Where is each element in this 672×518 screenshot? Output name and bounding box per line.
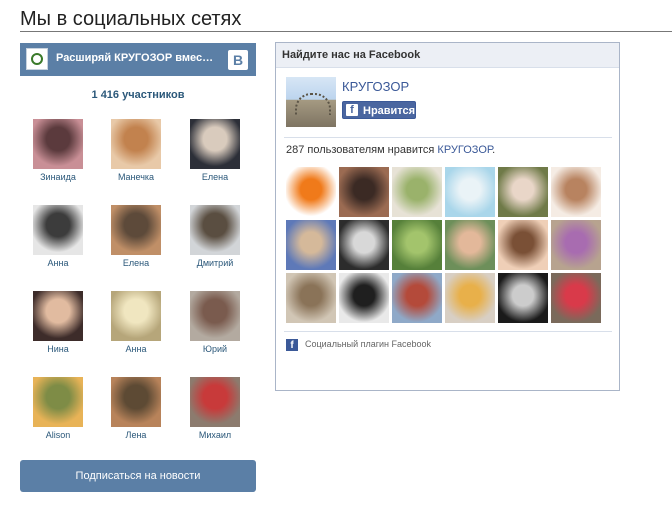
vk-group-title[interactable]: Расширяй КРУГОЗОР вмес… [56,52,216,64]
likes-text: 287 пользователям нравится [286,144,438,156]
facebook-page-thumbnail[interactable] [286,77,336,127]
member-avatar[interactable] [111,205,161,255]
vk-member[interactable]: Нина [23,291,93,354]
facebook-likes-count: 287 пользователям нравится КРУГОЗОР. [286,144,495,156]
member-avatar[interactable] [111,119,161,169]
fan-avatar[interactable] [392,273,442,323]
likes-page-link[interactable]: КРУГОЗОР [437,144,492,156]
fan-avatar[interactable] [551,220,601,270]
facebook-like-button[interactable]: f Нравится [342,101,416,119]
social-plugin-link[interactable]: Социальный плагин Facebook [305,339,431,349]
page-title: Мы в социальных сетях [20,8,242,30]
fan-avatar[interactable] [392,220,442,270]
member-avatar[interactable] [111,377,161,427]
fan-avatar[interactable] [392,167,442,217]
member-name[interactable]: Alison [23,430,93,440]
like-button-label: Нравится [363,105,416,117]
member-avatar[interactable] [190,291,240,341]
facebook-box-header: Найдите нас на Facebook [276,43,619,68]
fan-avatar[interactable] [498,273,548,323]
member-name[interactable]: Анна [101,344,171,354]
member-name[interactable]: Анна [23,258,93,268]
member-avatar[interactable] [190,377,240,427]
fan-avatar[interactable] [551,273,601,323]
vk-member[interactable]: Елена [180,119,250,182]
fan-avatar[interactable] [498,220,548,270]
member-avatar[interactable] [33,205,83,255]
member-name[interactable]: Дмитрий [180,258,250,268]
fan-avatar[interactable] [551,167,601,217]
member-name[interactable]: Елена [180,172,250,182]
fan-avatar[interactable] [339,167,389,217]
fan-avatar[interactable] [286,220,336,270]
member-avatar[interactable] [33,377,83,427]
vk-member[interactable]: Манечка [101,119,171,182]
member-name[interactable]: Юрий [180,344,250,354]
fan-avatar[interactable] [339,220,389,270]
vk-member[interactable]: Михаил [180,377,250,440]
vk-member[interactable]: Alison [23,377,93,440]
member-name[interactable]: Манечка [101,172,171,182]
likes-suffix: . [492,144,496,156]
facebook-f-icon: f [286,339,298,351]
vk-widget-header[interactable]: Расширяй КРУГОЗОР вмес… В [20,43,256,76]
fan-avatar[interactable] [286,167,336,217]
vk-member[interactable]: Зинаида [23,119,93,182]
vk-member[interactable]: Елена [101,205,171,268]
vk-member[interactable]: Лена [101,377,171,440]
divider [284,137,612,138]
vk-members-count[interactable]: 1 416 участников [20,89,256,101]
fan-avatar[interactable] [286,273,336,323]
member-avatar[interactable] [33,291,83,341]
vk-member[interactable]: Юрий [180,291,250,354]
facebook-like-box: Найдите нас на Facebook КРУГОЗОР f Нрави… [275,42,620,391]
subscribe-button[interactable]: Подписаться на новости [20,460,256,492]
facebook-page-name[interactable]: КРУГОЗОР [342,79,409,94]
member-avatar[interactable] [111,291,161,341]
fan-avatar[interactable] [498,167,548,217]
group-avatar-icon[interactable] [26,48,48,70]
fan-avatar[interactable] [445,220,495,270]
member-name[interactable]: Лена [101,430,171,440]
vk-group-widget: Расширяй КРУГОЗОР вмес… В 1 416 участник… [20,43,256,492]
member-avatar[interactable] [33,119,83,169]
member-name[interactable]: Нина [23,344,93,354]
member-name[interactable]: Михаил [180,430,250,440]
facebook-f-icon: f [346,104,358,116]
fan-avatar[interactable] [339,273,389,323]
member-avatar[interactable] [190,119,240,169]
vk-logo-icon[interactable]: В [228,50,248,70]
title-divider [20,31,672,32]
member-name[interactable]: Елена [101,258,171,268]
divider [284,331,612,332]
member-name[interactable]: Зинаида [23,172,93,182]
fan-avatar[interactable] [445,273,495,323]
fan-avatar[interactable] [445,167,495,217]
vk-member[interactable]: Дмитрий [180,205,250,268]
vk-member[interactable]: Анна [101,291,171,354]
member-avatar[interactable] [190,205,240,255]
vk-member[interactable]: Анна [23,205,93,268]
